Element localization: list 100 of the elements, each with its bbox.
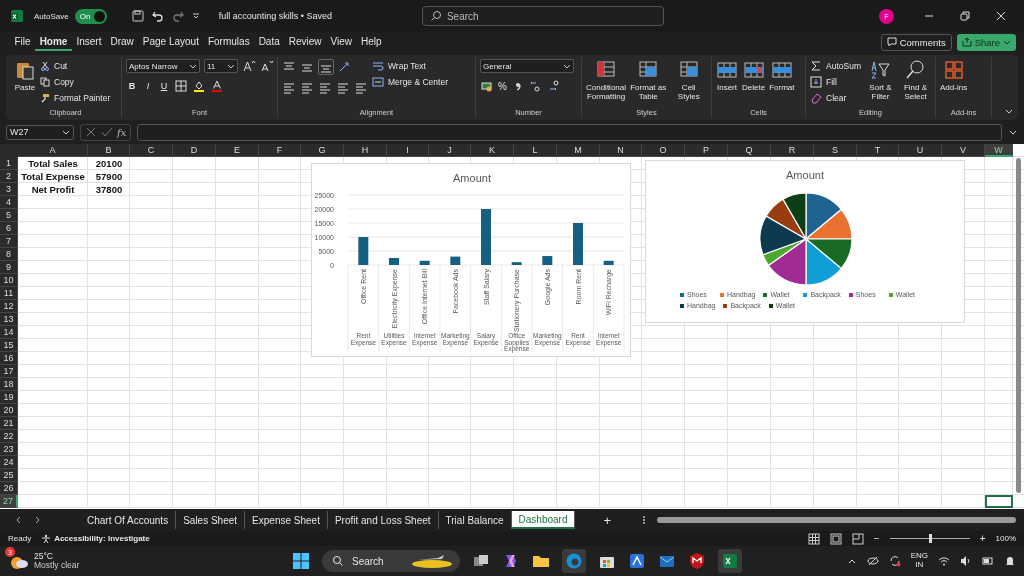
column-header[interactable]: D	[173, 144, 216, 157]
row-header[interactable]: 9	[0, 261, 18, 274]
row-header[interactable]: 1	[0, 157, 18, 170]
shield-icon[interactable]	[688, 552, 706, 570]
sheet-tab[interactable]: Chart Of Accounts	[80, 511, 177, 529]
restore-icon[interactable]	[959, 10, 971, 22]
sheet-tab[interactable]: Sales Sheet	[176, 511, 246, 529]
close-icon[interactable]	[995, 10, 1007, 22]
row-header[interactable]: 19	[0, 391, 18, 404]
normal-view-icon[interactable]	[807, 532, 820, 545]
volume-icon[interactable]	[960, 555, 972, 567]
browser-icon[interactable]	[565, 552, 583, 570]
column-header[interactable]: F	[259, 144, 301, 157]
clear-button[interactable]: Clear	[810, 91, 861, 104]
align-icon[interactable]	[318, 81, 332, 95]
align-icon[interactable]	[318, 59, 334, 75]
styles-button[interactable]: Conditional Formatting	[586, 59, 626, 102]
menu-tab[interactable]: Formulas	[203, 33, 255, 51]
language-text[interactable]: ENG	[910, 552, 928, 561]
zoom-in-button[interactable]: +	[979, 533, 986, 544]
menu-tab[interactable]: Help	[356, 33, 387, 51]
format-painter-button[interactable]: Format Painter	[40, 91, 111, 104]
column-header[interactable]: U	[899, 144, 942, 157]
formula-input[interactable]	[137, 123, 1002, 141]
fill-button[interactable]: Fill	[810, 75, 861, 88]
row-header[interactable]: 23	[0, 443, 18, 456]
sync-icon[interactable]	[888, 555, 901, 567]
increase-font-icon[interactable]	[242, 59, 256, 73]
search-field[interactable]: Search	[421, 6, 664, 26]
sheet-tab[interactable]: Profit and Loss Sheet	[327, 511, 439, 529]
file-name[interactable]: full accounting skills • Saved	[218, 11, 332, 21]
add-ins-button[interactable]: Add-ins	[940, 59, 968, 93]
cancel-icon[interactable]	[85, 126, 97, 138]
cut-button[interactable]: Cut	[40, 59, 111, 72]
orientation-icon[interactable]	[338, 60, 352, 74]
paste-button[interactable]: Paste	[14, 59, 36, 93]
column-header[interactable]: E	[216, 144, 259, 157]
row-header[interactable]: 15	[0, 339, 18, 352]
percent-button[interactable]: %	[498, 80, 507, 92]
wrap-text-button[interactable]: Wrap Text	[372, 59, 448, 72]
hidden-eye-icon[interactable]	[866, 555, 879, 567]
styles-button[interactable]: Cell Styles	[670, 59, 707, 102]
bell-icon[interactable]	[1004, 555, 1016, 567]
row-header[interactable]: 26	[0, 482, 18, 495]
row-header[interactable]: 7	[0, 235, 18, 248]
cells-button[interactable]: Format	[769, 59, 795, 93]
column-header[interactable]: N	[600, 144, 642, 157]
column-header[interactable]: S	[814, 144, 857, 157]
row-header[interactable]: 21	[0, 417, 18, 430]
font-color-icon[interactable]	[210, 79, 224, 93]
row-header[interactable]: 11	[0, 287, 18, 300]
zoom-out-button[interactable]: −	[873, 533, 880, 544]
menu-tab[interactable]: Home	[35, 33, 72, 51]
align-icon[interactable]	[354, 81, 368, 95]
menu-tab[interactable]: Page Layout	[138, 33, 204, 51]
page-layout-icon[interactable]	[829, 532, 842, 545]
row-header[interactable]: 10	[0, 274, 18, 287]
row-header[interactable]: 12	[0, 300, 18, 313]
column-header[interactable]: R	[771, 144, 814, 157]
row-header[interactable]: 16	[0, 352, 18, 365]
zoom-slider[interactable]	[928, 534, 932, 543]
autosave-toggle[interactable]: On	[74, 8, 107, 24]
align-icon[interactable]	[282, 81, 296, 95]
menu-tab[interactable]: Review	[284, 33, 327, 51]
menu-tab[interactable]: Insert	[71, 33, 106, 51]
horizontal-scrollbar[interactable]	[657, 517, 1016, 523]
column-header[interactable]: K	[471, 144, 514, 157]
name-box[interactable]: W27	[6, 124, 74, 140]
column-header[interactable]: B	[88, 144, 130, 157]
row-header[interactable]: 3	[0, 183, 18, 196]
row-header[interactable]: 27	[0, 495, 18, 508]
fill-color-icon[interactable]	[192, 79, 206, 93]
add-sheet-button[interactable]: +	[603, 512, 612, 528]
column-header[interactable]: G	[301, 144, 344, 157]
accessibility-status[interactable]: Accessibility: Investigate	[41, 533, 150, 544]
column-header[interactable]: C	[130, 144, 173, 157]
column-header[interactable]: M	[557, 144, 600, 157]
app-icon[interactable]	[628, 552, 646, 570]
region-text[interactable]: IN	[915, 561, 924, 570]
row-header[interactable]: 8	[0, 248, 18, 261]
page-break-icon[interactable]	[851, 532, 864, 545]
row-header[interactable]: 18	[0, 378, 18, 391]
decrease-font-icon[interactable]	[260, 59, 274, 73]
column-header[interactable]: P	[685, 144, 728, 157]
column-header[interactable]: O	[642, 144, 685, 157]
battery-icon[interactable]	[982, 555, 994, 567]
increase-decimal-icon[interactable]	[528, 79, 543, 93]
start-icon[interactable]	[292, 552, 310, 570]
menu-tab[interactable]: View	[326, 33, 357, 51]
enter-icon[interactable]	[101, 126, 113, 138]
row-header[interactable]: 4	[0, 196, 18, 209]
comments-button[interactable]: Comments	[880, 33, 952, 51]
menu-tab[interactable]: File	[10, 33, 36, 51]
menu-tab[interactable]: Data	[254, 33, 285, 51]
column-header[interactable]: V	[942, 144, 985, 157]
spreadsheet-icon[interactable]	[721, 552, 739, 570]
row-header[interactable]: 24	[0, 456, 18, 469]
row-header[interactable]: 13	[0, 313, 18, 326]
row-header[interactable]: 17	[0, 365, 18, 378]
font-size-dropdown[interactable]: 11	[204, 59, 238, 73]
